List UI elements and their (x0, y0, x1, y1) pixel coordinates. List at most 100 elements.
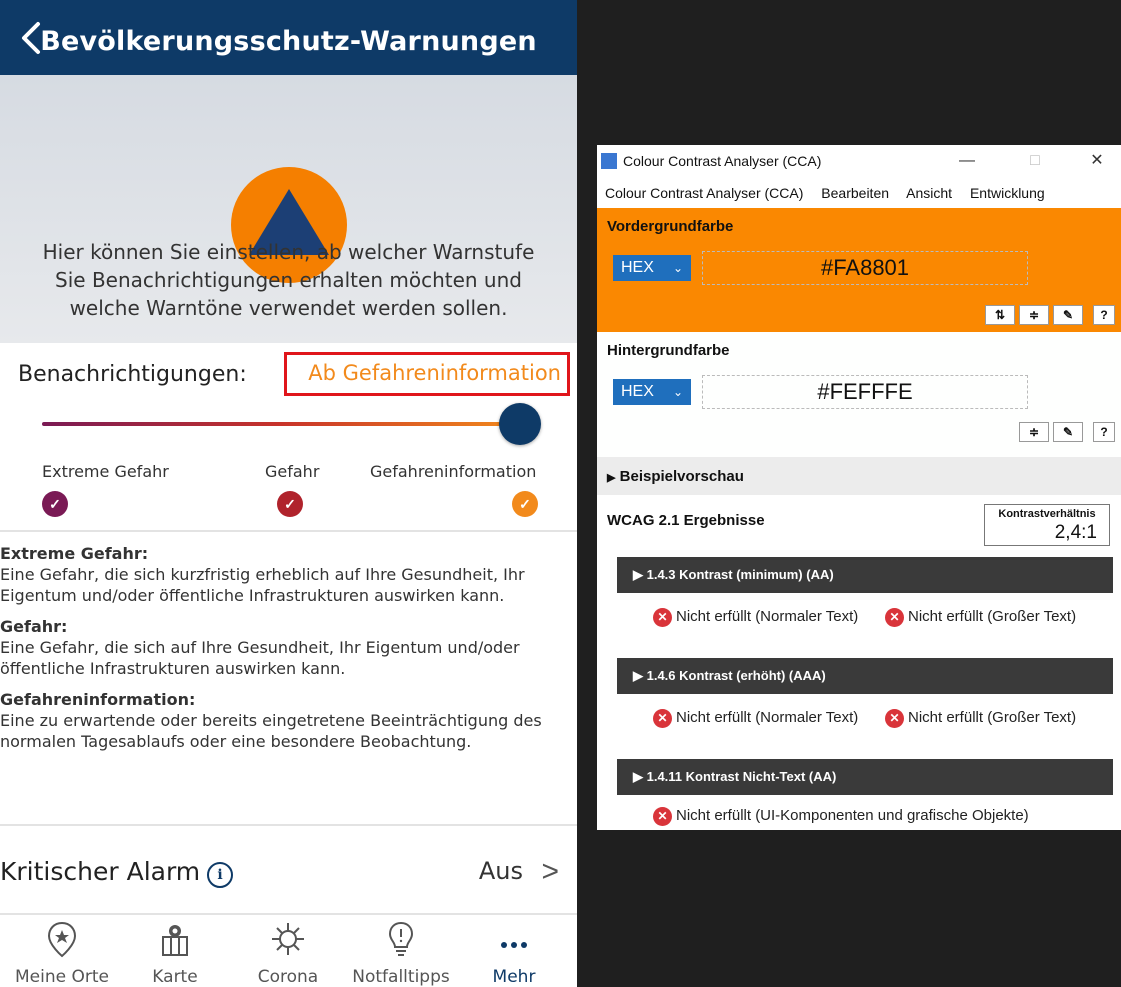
description-text: Eine zu erwartende oder bereits eingetre… (0, 711, 542, 751)
triangle-right-icon: ▶ (607, 472, 616, 484)
foreground-format-select[interactable]: HEX ⌄ (613, 255, 691, 281)
tab-meine-orte[interactable]: Meine Orte (12, 917, 112, 987)
menu-bar: Colour Contrast Analyser (CCA) Bearbeite… (605, 185, 1059, 201)
result-item: ✕ Nicht erfüllt (Großer Text) (885, 608, 1121, 627)
result-item: ✕ Nicht erfüllt (Normaler Text) (653, 608, 863, 627)
chevron-down-icon: ⌄ (672, 385, 683, 399)
result-item: ✕ Nicht erfüllt (Normaler Text) (653, 709, 863, 728)
tab-karte[interactable]: Karte (125, 917, 225, 987)
level-descriptions: Extreme Gefahr: Eine Gefahr, die sich ku… (0, 543, 563, 752)
fail-icon: ✕ (653, 807, 672, 826)
notification-setting-row: Benachrichtigungen: Ab Gefahreninformati… (18, 352, 572, 400)
level-label-danger: Gefahr (265, 462, 320, 481)
description-term: Extreme Gefahr: (0, 544, 149, 563)
background-hex-input[interactable]: #FEFFFE (702, 375, 1028, 409)
level-label-extreme: Extreme Gefahr (42, 462, 169, 481)
warning-app-screen: Bevölkerungsschutz-Warnungen Hier können… (0, 0, 577, 987)
foreground-panel: Vordergrundfarbe HEX ⌄ #FA8801 ⇅ ≑ ✎ ? (597, 208, 1121, 332)
critical-alarm-value: Aus (478, 857, 523, 885)
chevron-right-icon: > (541, 855, 559, 888)
info-icon[interactable]: i (207, 862, 233, 888)
page-title: Bevölkerungsschutz-Warnungen (40, 26, 537, 57)
result-item: ✕ Nicht erfüllt (Großer Text) (885, 709, 1121, 728)
app-header: Bevölkerungsschutz-Warnungen (0, 0, 577, 75)
help-icon[interactable]: ? (1093, 422, 1115, 442)
criterion-title: 1.4.3 Kontrast (minimum) (AA) (646, 567, 834, 582)
check-icon[interactable]: ✓ (277, 491, 303, 517)
foreground-hex-input[interactable]: #FA8801 (702, 251, 1028, 285)
contrast-ratio-label: Kontrastverhältnis (998, 508, 1096, 520)
map-icon (162, 925, 188, 956)
description-term: Gefahreninformation: (0, 690, 196, 709)
background-title: Hintergrundfarbe (607, 342, 730, 359)
criterion-toggle[interactable]: ▶ 1.4.11 Kontrast Nicht-Text (AA) (617, 759, 1113, 795)
contrast-analyser-window: Colour Contrast Analyser (CCA) — □ ✕ Col… (597, 145, 1121, 830)
contrast-ratio-box: Kontrastverhältnis 2,4:1 (984, 504, 1110, 546)
format-label: HEX (621, 259, 654, 276)
result-item: ✕ Nicht erfüllt (UI-Komponenten und grafi… (653, 807, 1121, 826)
critical-alarm-label: Kritischer Alarm (0, 857, 201, 886)
level-label-info: Gefahreninformation (370, 462, 537, 481)
tab-label: Mehr (492, 967, 536, 987)
fail-icon: ✕ (653, 709, 672, 728)
maximize-button[interactable]: □ (1015, 147, 1055, 175)
check-icon[interactable]: ✓ (42, 491, 68, 517)
criterion-toggle[interactable]: ▶ 1.4.3 Kontrast (minimum) (AA) (617, 557, 1113, 593)
description-term: Gefahr: (0, 617, 68, 636)
check-icon[interactable]: ✓ (512, 491, 538, 517)
divider (0, 530, 577, 532)
help-icon[interactable]: ? (1093, 305, 1115, 325)
window-titlebar: Colour Contrast Analyser (CCA) — □ ✕ (597, 145, 1121, 177)
criterion-title: 1.4.6 Kontrast (erhöht) (AAA) (646, 668, 826, 683)
preview-toggle[interactable]: ▶ Beispielvorschau (597, 457, 1121, 495)
window-title: Colour Contrast Analyser (CCA) (623, 153, 822, 169)
divider (0, 913, 577, 915)
format-label: HEX (621, 383, 654, 400)
eyedropper-icon[interactable]: ✎ (1053, 422, 1083, 442)
sliders-icon[interactable]: ≑ (1019, 305, 1049, 325)
more-dots-icon (501, 942, 527, 948)
tab-label: Notfalltipps (352, 967, 450, 987)
contrast-ratio-value: 2,4:1 (1054, 522, 1097, 543)
criterion-title: 1.4.11 Kontrast Nicht-Text (AA) (646, 769, 837, 784)
intro-text: Hier können Sie einstellen, ab welcher W… (42, 240, 535, 320)
lightbulb-icon (388, 921, 414, 956)
wcag-results-title: WCAG 2.1 Ergebnisse (607, 512, 765, 529)
fail-icon: ✕ (885, 709, 904, 728)
criterion-toggle[interactable]: ▶ 1.4.6 Kontrast (erhöht) (AAA) (617, 658, 1113, 694)
fail-icon: ✕ (885, 608, 904, 627)
sliders-icon[interactable]: ≑ (1019, 422, 1049, 442)
tab-label: Meine Orte (15, 967, 109, 987)
tab-notfalltipps[interactable]: Notfalltipps (351, 917, 451, 987)
menu-item-development[interactable]: Entwicklung (970, 185, 1045, 201)
location-star-icon (47, 921, 77, 958)
divider (0, 824, 577, 826)
foreground-title: Vordergrundfarbe (607, 218, 734, 235)
bottom-tab-bar: Meine Orte Karte Corona Notfalltipps Meh… (0, 917, 577, 987)
menu-item-view[interactable]: Ansicht (906, 185, 952, 201)
description-text: Eine Gefahr, die sich auf Ihre Gesundhei… (0, 638, 520, 678)
menu-item-cca[interactable]: Colour Contrast Analyser (CCA) (605, 185, 803, 201)
eyedropper-icon[interactable]: ✎ (1053, 305, 1083, 325)
critical-alarm-row[interactable]: Kritischer Alarm i Aus > (0, 835, 577, 905)
minimize-button[interactable]: — (947, 147, 987, 175)
notifications-label: Benachrichtigungen: (18, 362, 247, 387)
chevron-down-icon: ⌄ (672, 261, 683, 275)
tab-corona[interactable]: Corona (238, 917, 338, 987)
warning-level-slider-track[interactable] (42, 422, 520, 426)
background-panel: Hintergrundfarbe HEX ⌄ #FEFFFE ≑ ✎ ? (597, 332, 1121, 457)
fail-icon: ✕ (653, 608, 672, 627)
description-text: Eine Gefahr, die sich kurzfristig erhebl… (0, 565, 525, 605)
menu-item-edit[interactable]: Bearbeiten (821, 185, 889, 201)
tab-mehr[interactable]: Mehr (464, 917, 564, 987)
close-button[interactable]: ✕ (1077, 147, 1117, 175)
tab-label: Corona (257, 967, 319, 987)
notifications-value: Ab Gefahreninformation (308, 361, 561, 385)
background-format-select[interactable]: HEX ⌄ (613, 379, 691, 405)
highlight-box: Ab Gefahreninformation (284, 352, 570, 396)
tab-label: Karte (152, 967, 198, 987)
warning-level-slider-thumb[interactable] (499, 403, 541, 445)
preview-label: Beispielvorschau (619, 468, 744, 485)
virus-icon (272, 923, 304, 955)
swap-colors-button[interactable]: ⇅ (985, 305, 1015, 325)
